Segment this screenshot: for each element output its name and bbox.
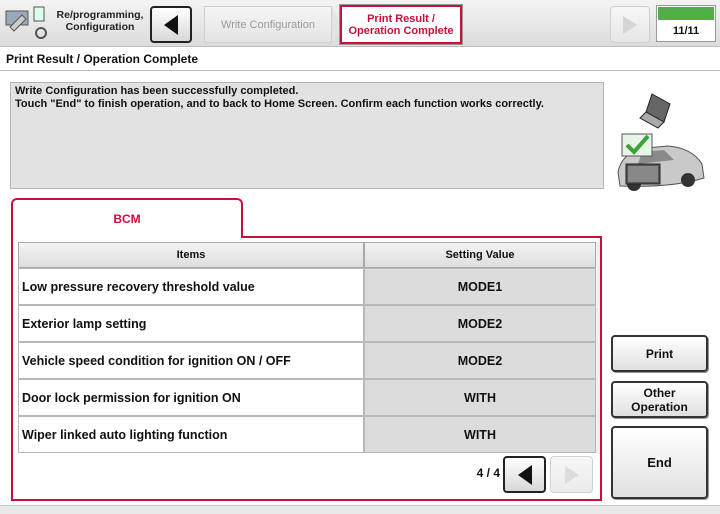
- table-row: Wiper linked auto lighting function WITH: [18, 416, 596, 453]
- scroll-gutter: [596, 242, 600, 454]
- table-row: Low pressure recovery threshold value MO…: [18, 268, 596, 305]
- column-header-items: Items: [18, 242, 364, 268]
- table-row: Exterior lamp setting MODE2: [18, 305, 596, 342]
- previous-page-button[interactable]: [503, 456, 546, 493]
- row-value: WITH: [364, 416, 596, 453]
- message-line-1: Write Configuration has been successfull…: [15, 85, 299, 97]
- next-page-button[interactable]: [550, 456, 593, 493]
- app-title: Re/programming, Configuration: [56, 9, 144, 33]
- progress-bar: [658, 7, 714, 20]
- vehicle-graphic: [612, 90, 708, 200]
- table-row: Door lock permission for ignition ON WIT…: [18, 379, 596, 416]
- column-header-setting-value: Setting Value: [364, 242, 596, 268]
- app-icon: [4, 5, 54, 41]
- message-line-2: Touch "End" to finish operation, and to …: [15, 98, 544, 110]
- row-item: Wiper linked auto lighting function: [18, 416, 364, 453]
- forward-arrow-icon: [623, 15, 637, 34]
- end-button[interactable]: End: [611, 426, 708, 499]
- laptop-icon: [639, 93, 671, 129]
- step-print-result: Print Result / Operation Complete: [339, 4, 463, 45]
- divider: [0, 70, 720, 71]
- step-write-configuration: Write Configuration: [204, 6, 332, 43]
- message-box: Write Configuration has been successfull…: [10, 82, 604, 189]
- tab-bcm[interactable]: BCM: [11, 198, 243, 238]
- back-arrow-icon: [517, 464, 532, 485]
- row-value: MODE2: [364, 342, 596, 379]
- page-indicator: 4 / 4: [476, 466, 500, 480]
- bottom-bar: [0, 505, 720, 514]
- progress-label: 11/11: [672, 25, 700, 37]
- table-row: Vehicle speed condition for ignition ON …: [18, 342, 596, 379]
- row-item: Vehicle speed condition for ignition ON …: [18, 342, 364, 379]
- checkmark-icon: [621, 133, 653, 157]
- forward-arrow-icon: [564, 465, 579, 484]
- back-arrow-icon: [164, 14, 178, 35]
- row-value: MODE2: [364, 305, 596, 342]
- step-separator: [332, 6, 340, 43]
- print-button[interactable]: Print: [611, 335, 708, 372]
- row-item: Door lock permission for ignition ON: [18, 379, 364, 416]
- back-button[interactable]: [150, 6, 192, 43]
- row-item: Low pressure recovery threshold value: [18, 268, 364, 305]
- other-operation-label: Other Operation: [631, 385, 688, 414]
- row-value: WITH: [364, 379, 596, 416]
- row-value: MODE1: [364, 268, 596, 305]
- row-item: Exterior lamp setting: [18, 305, 364, 342]
- page-title: Print Result / Operation Complete: [6, 52, 199, 66]
- other-operation-button[interactable]: Other Operation: [611, 381, 708, 418]
- next-button[interactable]: [610, 6, 650, 43]
